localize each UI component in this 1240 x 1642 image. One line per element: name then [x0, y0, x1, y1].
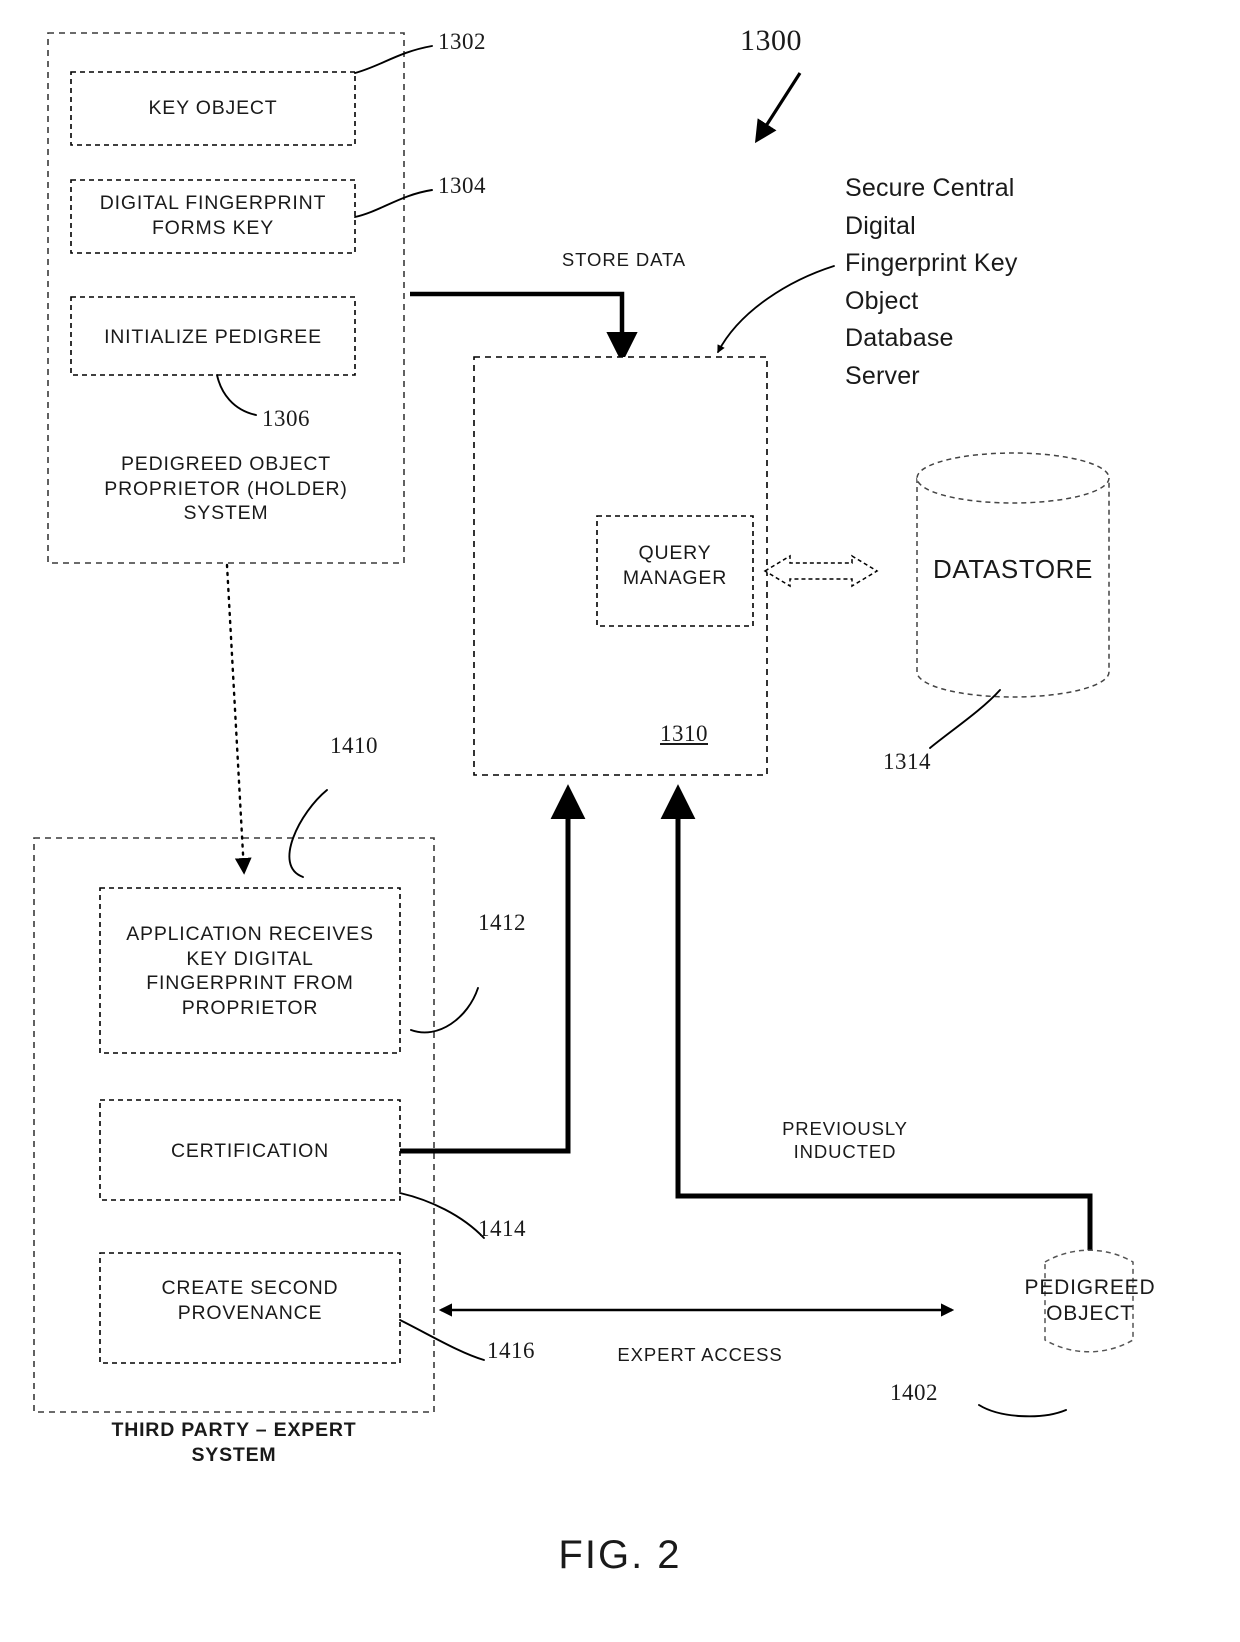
expert-system-label: THIRD PARTY – EXPERT SYSTEM	[111, 1419, 357, 1466]
holder-system-label: PEDIGREED OBJECT PROPRIETOR (HOLDER) SYS…	[104, 453, 348, 525]
figure-ref-arrow-1300	[754, 72, 802, 144]
leader-1314	[929, 689, 1001, 749]
certification-label: CERTIFICATION	[170, 1140, 330, 1162]
leader-1302	[354, 45, 433, 74]
leader-1402	[978, 1404, 1067, 1418]
leader-1410	[288, 789, 328, 878]
ref-1402: 1402	[890, 1380, 938, 1405]
figure-caption: FIG. 2	[558, 1533, 682, 1577]
holder-to-expert-dotted-arrow	[225, 563, 252, 875]
ref-1412: 1412	[478, 910, 526, 935]
ref-1410: 1410	[330, 733, 378, 758]
ref-1304: 1304	[438, 173, 486, 198]
datastore-label: DATASTORE	[933, 554, 1093, 584]
datastore-cylinder-body	[916, 478, 1110, 698]
expert-access-flow-label: EXPERT ACCESS	[617, 1344, 783, 1365]
leader-1412	[410, 987, 479, 1034]
digital-fingerprint-forms-key-label: DIGITAL FINGERPRINT FORMS KEY	[99, 192, 327, 239]
ref-1302: 1302	[438, 29, 486, 54]
leader-1304	[354, 189, 433, 218]
patent-figure-page: KEY OBJECT DIGITAL FINGERPRINT FORMS KEY…	[0, 0, 1240, 1642]
leader-1306	[216, 374, 257, 416]
key-object-label: KEY OBJECT	[148, 97, 278, 119]
previously-inducted-flow	[660, 784, 1093, 1262]
ref-1314: 1314	[883, 749, 931, 774]
ref-1310: 1310	[660, 721, 708, 746]
certification-to-server-flow	[400, 784, 586, 1154]
leader-1414	[399, 1192, 485, 1239]
query-manager-label: QUERY MANAGER	[622, 542, 728, 589]
leader-server-caption	[717, 265, 835, 354]
initialize-pedigree-label: INITIALIZE PEDIGREE	[104, 326, 322, 348]
ref-1306: 1306	[262, 406, 310, 431]
application-receives-key-label: APPLICATION RECEIVES KEY DIGITAL FINGERP…	[126, 923, 374, 1019]
store-data-flow-arrow	[410, 291, 638, 364]
previously-inducted-flow-label: PREVIOUSLY INDUCTED	[782, 1118, 908, 1163]
store-data-flow-label: STORE DATA	[561, 249, 687, 270]
leader-1416	[399, 1319, 485, 1361]
query-manager-datastore-double-arrow	[763, 554, 879, 588]
create-second-provenance-label: CREATE SECOND PROVENANCE	[161, 1277, 339, 1324]
ref-1414: 1414	[478, 1216, 526, 1241]
ref-1300: 1300	[740, 24, 802, 57]
secure-server-caption: Secure Central Digital Fingerprint Key O…	[845, 174, 1018, 390]
datastore-cylinder-top	[916, 452, 1110, 504]
pedigreed-object-label: PEDIGREED OBJECT	[1024, 1276, 1156, 1326]
